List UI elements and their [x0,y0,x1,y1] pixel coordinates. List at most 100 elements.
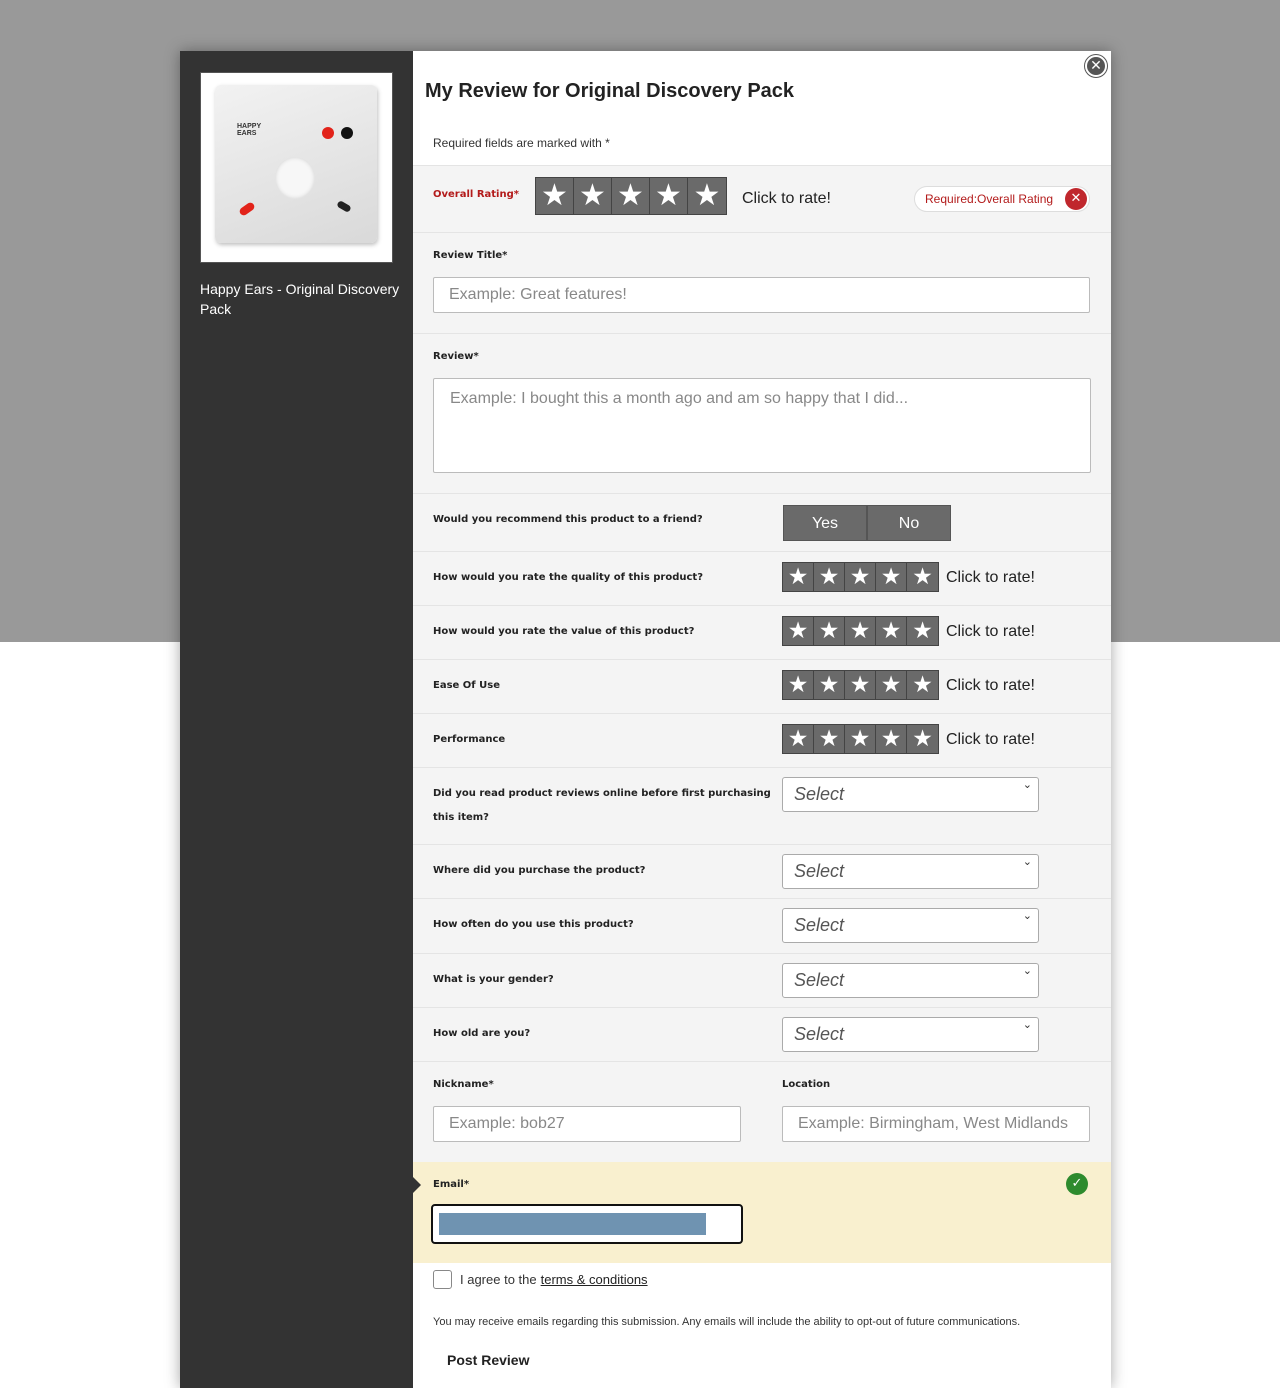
star-icon[interactable]: ★ [876,617,907,645]
required-badge: Required:Overall Rating ✕ [914,186,1090,212]
email-input[interactable] [431,1204,743,1244]
star-icon[interactable]: ★ [907,725,938,753]
usage-frequency-select[interactable]: Select ⌄ [782,908,1039,943]
pack-red-dot [322,127,334,139]
age-select[interactable]: Select ⌄ [782,1017,1039,1052]
star-icon[interactable]: ★ [783,617,814,645]
review-title-label: Review Title* [433,250,508,261]
age-row: How old are you? Select ⌄ [413,1007,1111,1061]
email-label: Email* [433,1179,470,1190]
modal-title: My Review for Original Discovery Pack [425,80,795,102]
quality-stars[interactable]: ★ ★ ★ ★ ★ [782,562,939,592]
gender-select[interactable]: Select ⌄ [782,963,1039,998]
star-icon[interactable]: ★ [876,725,907,753]
review-title-row: Review Title* Example: Great features! [413,232,1111,333]
star-icon[interactable]: ★ [907,563,938,591]
overall-rating-stars[interactable]: ★ ★ ★ ★ ★ [535,177,727,215]
star-icon[interactable]: ★ [650,178,688,214]
star-icon[interactable]: ★ [814,671,845,699]
click-to-rate: Click to rate! [946,731,1035,748]
nickname-input[interactable]: Example: bob27 [433,1106,741,1142]
terms-agreement: I agree to the terms & conditions [433,1270,648,1289]
location-label: Location [782,1079,831,1090]
required-note: Required fields are marked with * [433,136,610,150]
usage-frequency-row: How often do you use this product? Selec… [413,898,1111,953]
select-label: Where did you purchase the product? [433,865,646,876]
performance-stars[interactable]: ★ ★ ★ ★ ★ [782,724,939,754]
terms-checkbox[interactable] [433,1270,452,1289]
review-textarea[interactable]: Example: I bought this a month ago and a… [433,378,1091,473]
terms-link[interactable]: terms & conditions [541,1272,648,1287]
select-value: Select [794,1024,845,1044]
rating-label: Ease Of Use [433,680,500,691]
overall-rating-label: Overall Rating* [433,189,519,200]
star-icon[interactable]: ★ [845,725,876,753]
recommend-row: Would you recommend this product to a fr… [413,493,1111,551]
chevron-down-icon: ⌄ [1022,778,1032,791]
star-icon[interactable]: ★ [876,563,907,591]
product-image: HAPPY EARS [200,72,393,263]
no-button[interactable]: No [867,505,951,541]
purchase-location-row: Where did you purchase the product? Sele… [413,844,1111,898]
recommend-label: Would you recommend this product to a fr… [433,514,703,525]
ease-of-use-stars[interactable]: ★ ★ ★ ★ ★ [782,670,939,700]
click-to-rate: Click to rate! [946,569,1035,586]
pack-black-dot [341,127,353,139]
email-row: Email* ✓ [411,1162,1111,1263]
quality-rating-row: How would you rate the quality of this p… [413,551,1111,605]
rating-label: Performance [433,734,506,745]
pack-ear-tip [275,157,315,199]
read-reviews-row: Did you read product reviews online befo… [413,767,1111,844]
purchase-location-select[interactable]: Select ⌄ [782,854,1039,889]
select-value: Select [794,861,845,881]
select-value: Select [794,970,845,990]
overall-click-to-rate: Click to rate! [742,190,831,207]
review-title-input[interactable]: Example: Great features! [433,277,1090,313]
star-icon[interactable]: ★ [845,563,876,591]
close-icon[interactable]: ✕ [1085,55,1107,77]
location-input[interactable]: Example: Birmingham, West Midlands [782,1106,1090,1142]
review-modal: HAPPY EARS Happy Ears - Original Discover… [180,51,1111,1388]
select-label: How old are you? [433,1028,531,1039]
review-form: ✕ My Review for Original Discovery Pack … [411,51,1111,1388]
star-icon[interactable]: ★ [845,617,876,645]
chevron-down-icon: ⌄ [1022,1018,1032,1031]
star-icon[interactable]: ★ [688,178,726,214]
pack-logo: HAPPY EARS [237,123,262,137]
rating-label: How would you rate the value of this pro… [433,626,695,637]
select-label-line2: this item? [433,812,489,823]
pack-red-earplug [238,201,256,217]
product-sidebar: HAPPY EARS Happy Ears - Original Discover… [180,51,413,1388]
star-icon[interactable]: ★ [612,178,650,214]
star-icon[interactable]: ★ [783,563,814,591]
yes-button[interactable]: Yes [783,505,867,541]
value-stars[interactable]: ★ ★ ★ ★ ★ [782,616,939,646]
gender-row: What is your gender? Select ⌄ [413,953,1111,1007]
star-icon[interactable]: ★ [845,671,876,699]
star-icon[interactable]: ★ [574,178,612,214]
read-reviews-select[interactable]: Select ⌄ [782,777,1039,812]
error-icon: ✕ [1065,188,1087,210]
email-selected-text [439,1213,706,1235]
nickname-location-row: Nickname* Example: bob27 Location Exampl… [413,1061,1111,1162]
chevron-down-icon: ⌄ [1022,855,1032,868]
post-review-button[interactable]: Post Review [447,1352,529,1368]
star-icon[interactable]: ★ [907,671,938,699]
recommend-toggle[interactable]: Yes No [783,505,951,541]
click-to-rate: Click to rate! [946,623,1035,640]
performance-row: Performance ★ ★ ★ ★ ★ Click to rate! [413,713,1111,767]
star-icon[interactable]: ★ [814,617,845,645]
star-icon[interactable]: ★ [536,178,574,214]
star-icon[interactable]: ★ [814,563,845,591]
select-label-line1: Did you read product reviews online befo… [433,788,771,799]
star-icon[interactable]: ★ [907,617,938,645]
review-row: Review* Example: I bought this a month a… [413,333,1111,493]
star-icon[interactable]: ★ [876,671,907,699]
focus-indicator [411,1175,421,1195]
star-icon[interactable]: ★ [783,725,814,753]
chevron-down-icon: ⌄ [1022,964,1032,977]
star-icon[interactable]: ★ [814,725,845,753]
value-rating-row: How would you rate the value of this pro… [413,605,1111,659]
star-icon[interactable]: ★ [783,671,814,699]
product-name: Happy Ears - Original Discovery Pack [200,281,400,317]
